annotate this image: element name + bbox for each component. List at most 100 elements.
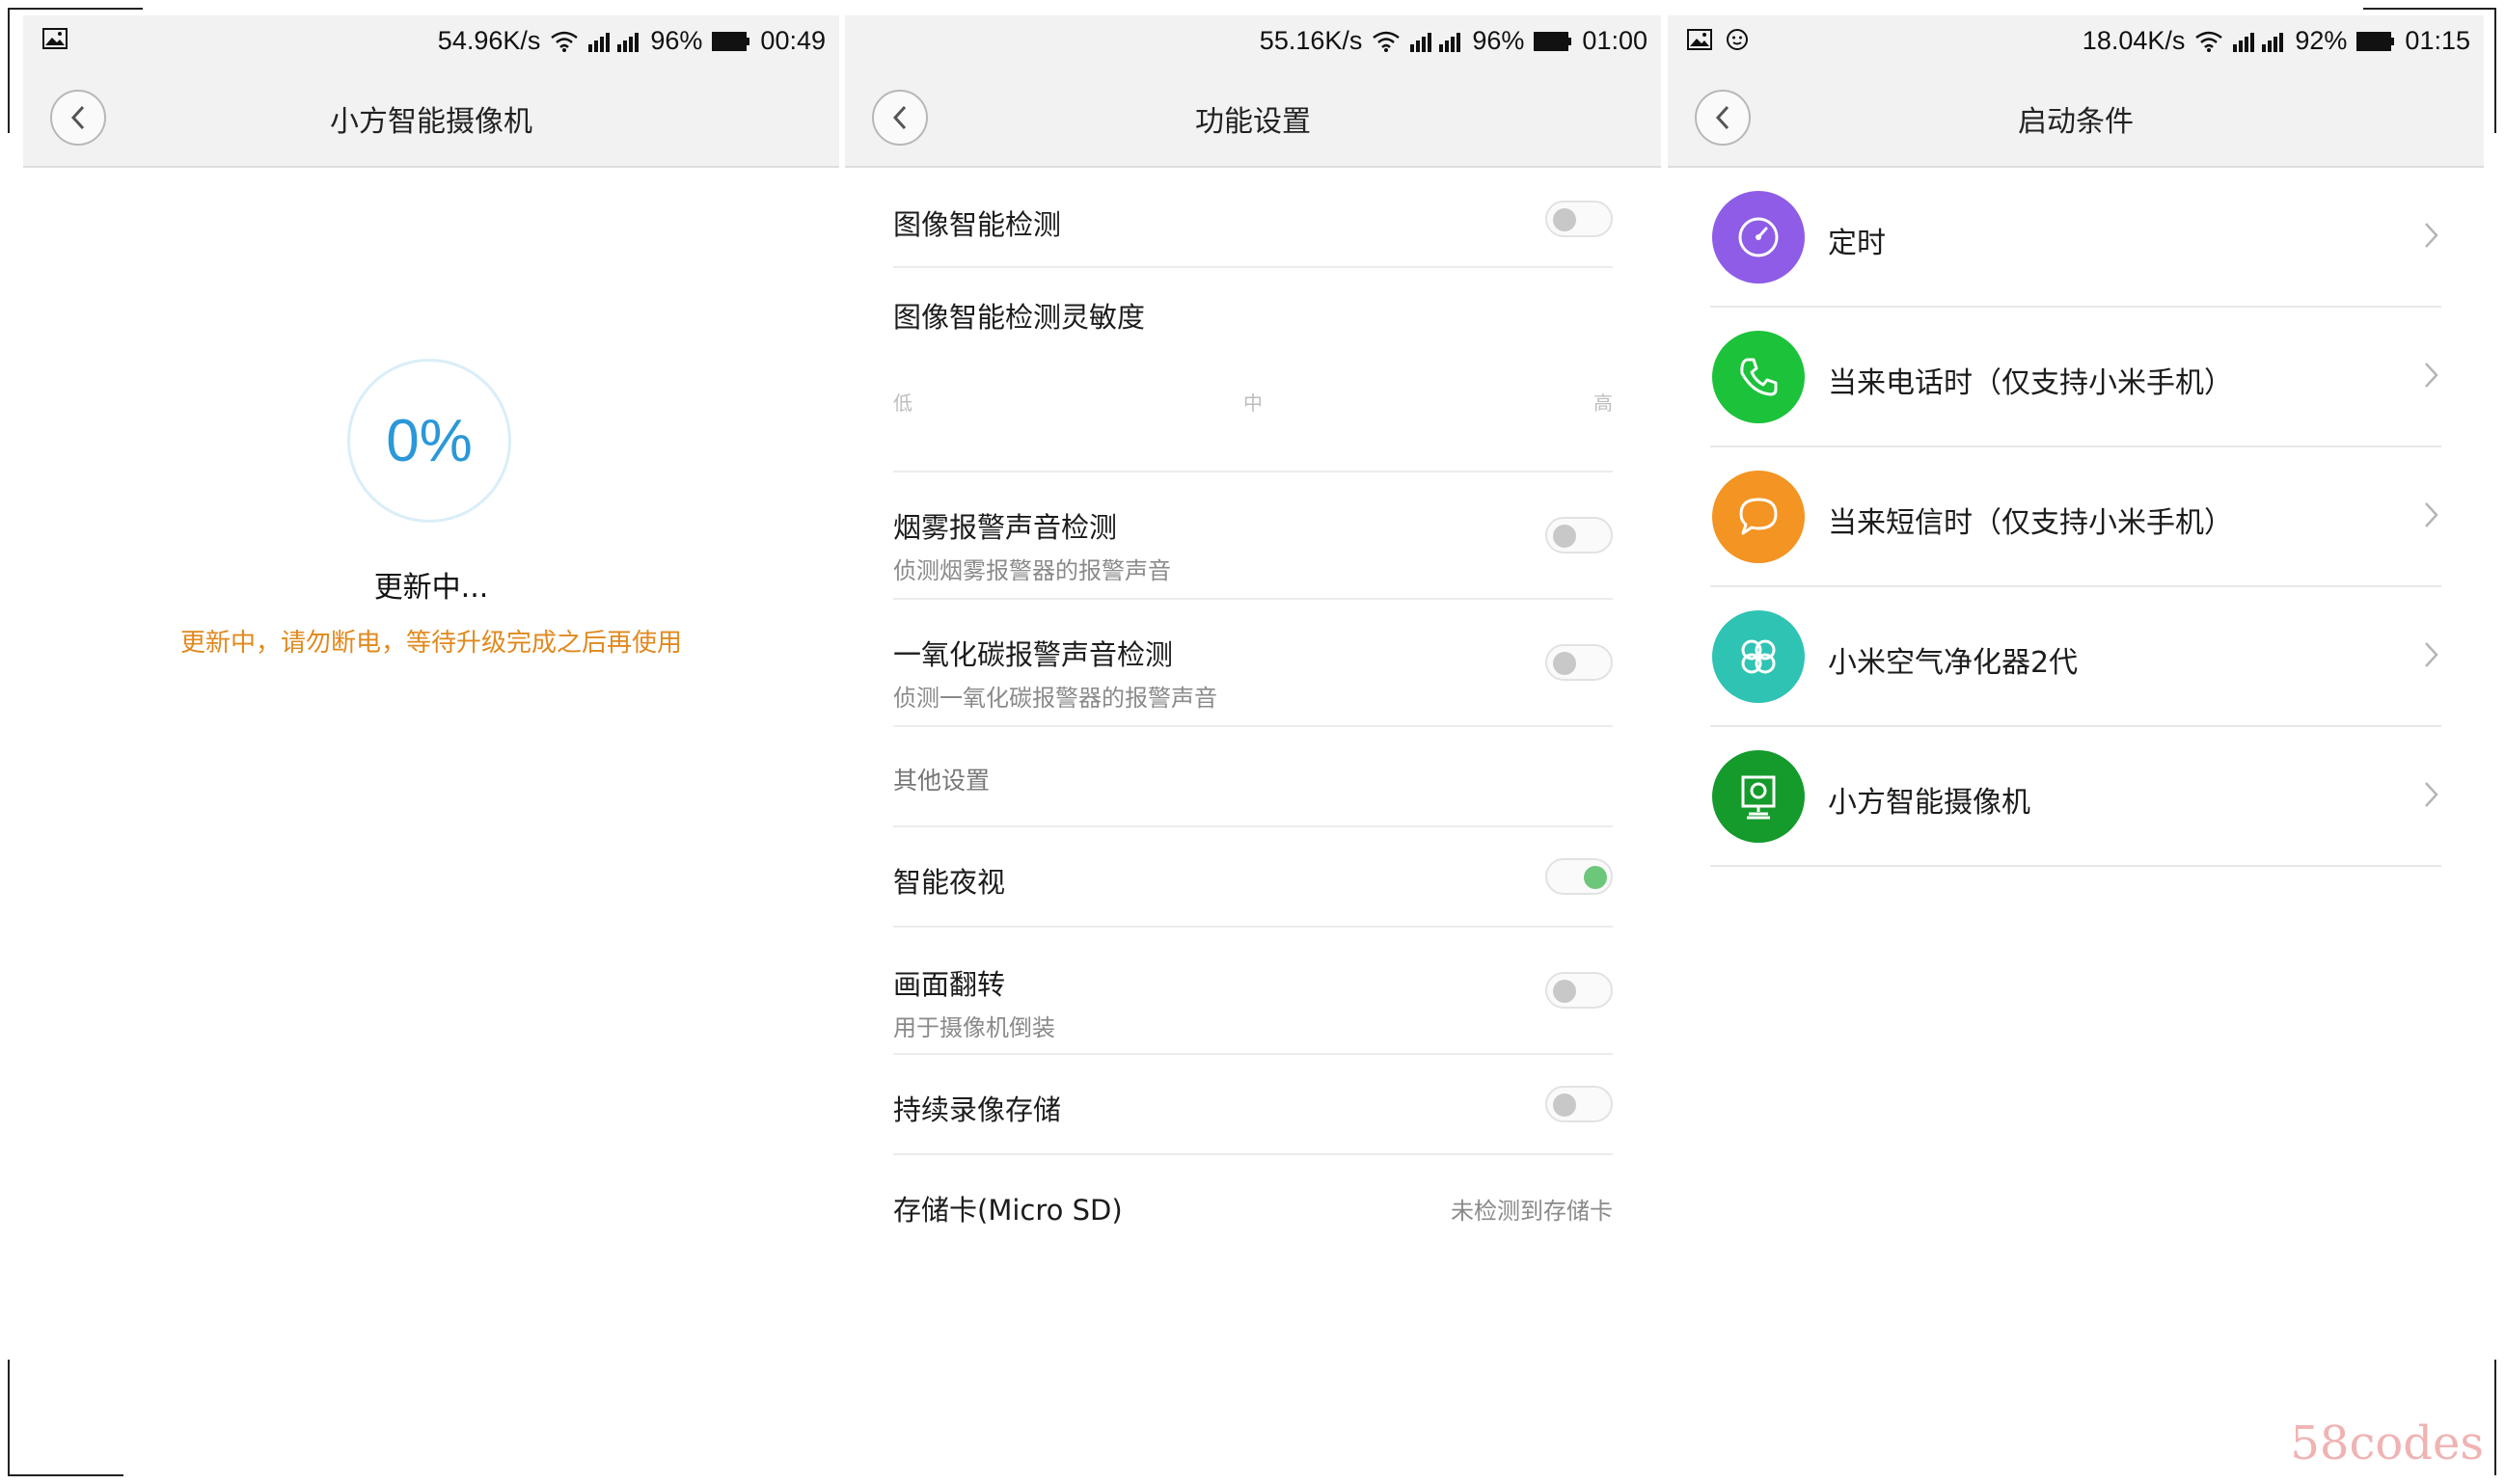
toggle-knob — [1553, 980, 1576, 1003]
sensitivity-low-label[interactable]: 低 — [893, 388, 912, 416]
signal-icon — [1410, 31, 1462, 52]
setting-sd-card[interactable]: 存储卡(Micro SD) 未检测到存储卡 — [893, 1155, 1613, 1255]
chevron-right-icon — [2425, 502, 2438, 527]
camera-icon — [1712, 750, 1805, 843]
toggle-knob — [1553, 1093, 1576, 1117]
setting-label: 图像智能检测灵敏度 — [893, 301, 1146, 334]
update-progress-ring: 0% — [347, 359, 511, 523]
smoke-alarm-toggle[interactable] — [1545, 517, 1613, 553]
frame-line-top-left — [8, 8, 143, 10]
setting-description: 用于摄像机倒装 — [893, 1014, 1055, 1041]
watermark: 58codes — [2290, 1417, 2484, 1471]
image-detection-toggle[interactable] — [1545, 201, 1613, 237]
setting-label: 图像智能检测 — [893, 208, 1062, 241]
phone-icon — [1712, 331, 1805, 423]
clock-icon — [1712, 191, 1805, 283]
frame-line-right-bottom — [2494, 1360, 2496, 1475]
updating-status: 更新中... — [373, 571, 489, 605]
chevron-right-icon — [2425, 363, 2438, 388]
toggle-knob — [1553, 652, 1576, 675]
feature-settings-screen: 55.16K/s 96% 01:00 功能设置 图像智能检测 图像智能检测灵敏度 — [845, 15, 1661, 1467]
network-speed: 55.16K/s — [1259, 26, 1363, 55]
setting-continuous-recording[interactable]: 持续录像存储 — [893, 1055, 1613, 1155]
status-bar: 18.04K/s 92% 01:15 — [1668, 15, 2484, 68]
sensitivity-mid-label[interactable]: 中 — [1243, 388, 1263, 416]
signal-icon — [2233, 31, 2285, 52]
setting-label: 存储卡(Micro SD) — [893, 1194, 1123, 1227]
setting-smoke-alarm[interactable]: 烟雾报警声音检测 侦测烟雾报警器的报警声音 — [893, 472, 1613, 600]
image-notification-icon — [42, 28, 68, 49]
page-title: 启动条件 — [2018, 105, 2134, 139]
status-bar: 54.96K/s 96% 00:49 — [23, 15, 839, 68]
frame-line-right-top — [2494, 8, 2496, 133]
signal-icon — [588, 31, 640, 52]
nav-bar: 功能设置 — [845, 68, 1661, 168]
sensitivity-high-label[interactable]: 高 — [1593, 388, 1613, 416]
chevron-right-icon — [2425, 223, 2438, 248]
smiley-notification-icon — [1726, 28, 1749, 51]
frame-line-left-top — [8, 8, 10, 133]
condition-label: 当来电话时（仅支持小米手机） — [1828, 366, 2233, 400]
condition-item-incoming-call[interactable]: 当来电话时（仅支持小米手机） — [1710, 308, 2441, 447]
condition-label: 小方智能摄像机 — [1828, 786, 2030, 820]
image-notification-icon — [1687, 29, 1712, 50]
chevron-right-icon — [2425, 782, 2438, 807]
setting-label: 一氧化碳报警声音检测 — [893, 638, 1174, 671]
page-title: 功能设置 — [1195, 105, 1311, 139]
condition-list: 定时 当来电话时（仅支持小米手机） 当来短信时（仅支持小米手机） 小米空气净化器… — [1710, 168, 2441, 867]
battery-percent: 92% — [2295, 26, 2348, 55]
setting-co-alarm[interactable]: 一氧化碳报警声音检测 侦测一氧化碳报警器的报警声音 — [893, 600, 1613, 727]
section-header: 其他设置 — [893, 767, 991, 795]
setting-description: 侦测烟雾报警器的报警声音 — [893, 557, 1171, 584]
settings-list: 图像智能检测 图像智能检测灵敏度 低 中 高 烟雾报警声音检测 侦测烟雾报警器的… — [893, 168, 1613, 1255]
setting-description: 侦测一氧化碳报警器的报警声音 — [893, 685, 1217, 712]
condition-label: 定时 — [1828, 227, 1886, 260]
toggle-knob — [1584, 866, 1607, 889]
nav-bar: 小方智能摄像机 — [23, 68, 839, 168]
night-vision-toggle[interactable] — [1545, 858, 1613, 895]
condition-label: 小米空气净化器2代 — [1828, 646, 2079, 680]
setting-detection-sensitivity: 图像智能检测灵敏度 低 中 高 — [893, 268, 1613, 472]
battery-icon — [1534, 31, 1572, 52]
toggle-knob — [1553, 208, 1576, 231]
image-flip-toggle[interactable] — [1545, 972, 1613, 1009]
condition-item-air-purifier[interactable]: 小米空气净化器2代 — [1710, 587, 2441, 727]
toggle-knob — [1553, 525, 1576, 548]
clock-time: 01:00 — [1582, 26, 1647, 55]
firmware-update-screen: 54.96K/s 96% 00:49 小方智能摄像机 0% 更新中... 更新中… — [23, 15, 839, 1467]
trigger-conditions-screen: 18.04K/s 92% 01:15 启动条件 定时 当来电话时（仅支持小米手机… — [1668, 15, 2484, 1467]
updating-warning: 更新中，请勿断电，等待升级完成之后再使用 — [179, 629, 682, 658]
setting-night-vision[interactable]: 智能夜视 — [893, 827, 1613, 928]
battery-icon — [712, 31, 750, 52]
nav-bar: 启动条件 — [1668, 68, 2484, 168]
frame-line-top-right — [2363, 8, 2496, 10]
setting-image-flip[interactable]: 画面翻转 用于摄像机倒装 — [893, 928, 1613, 1055]
wifi-icon — [550, 30, 579, 53]
condition-item-timer[interactable]: 定时 — [1710, 168, 2441, 308]
condition-item-incoming-sms[interactable]: 当来短信时（仅支持小米手机） — [1710, 447, 2441, 587]
co-alarm-toggle[interactable] — [1545, 644, 1613, 681]
continuous-recording-toggle[interactable] — [1545, 1086, 1613, 1122]
setting-label: 烟雾报警声音检测 — [893, 511, 1118, 544]
clock-time: 01:15 — [2405, 26, 2470, 55]
wifi-icon — [2194, 30, 2223, 53]
sd-card-status: 未检测到存储卡 — [1451, 1198, 1613, 1225]
network-speed: 18.04K/s — [2082, 26, 2186, 55]
condition-item-smart-camera[interactable]: 小方智能摄像机 — [1710, 727, 2441, 867]
setting-label: 持续录像存储 — [893, 1093, 1062, 1126]
frame-line-bottom-left — [8, 1474, 123, 1476]
frame-line-left-bottom — [8, 1360, 10, 1475]
wifi-icon — [1372, 30, 1401, 53]
status-bar: 55.16K/s 96% 01:00 — [845, 15, 1661, 68]
clock-time: 00:49 — [760, 26, 826, 55]
battery-icon — [2356, 31, 2395, 52]
setting-label: 智能夜视 — [893, 866, 1006, 899]
setting-label: 画面翻转 — [893, 968, 1006, 1001]
condition-label: 当来短信时（仅支持小米手机） — [1828, 506, 2233, 540]
setting-image-detection[interactable]: 图像智能检测 — [893, 168, 1613, 268]
battery-percent: 96% — [1472, 26, 1525, 55]
update-progress-value: 0% — [386, 407, 473, 474]
fan-icon — [1712, 610, 1805, 703]
chevron-right-icon — [2425, 642, 2438, 667]
network-speed: 54.96K/s — [437, 26, 541, 55]
